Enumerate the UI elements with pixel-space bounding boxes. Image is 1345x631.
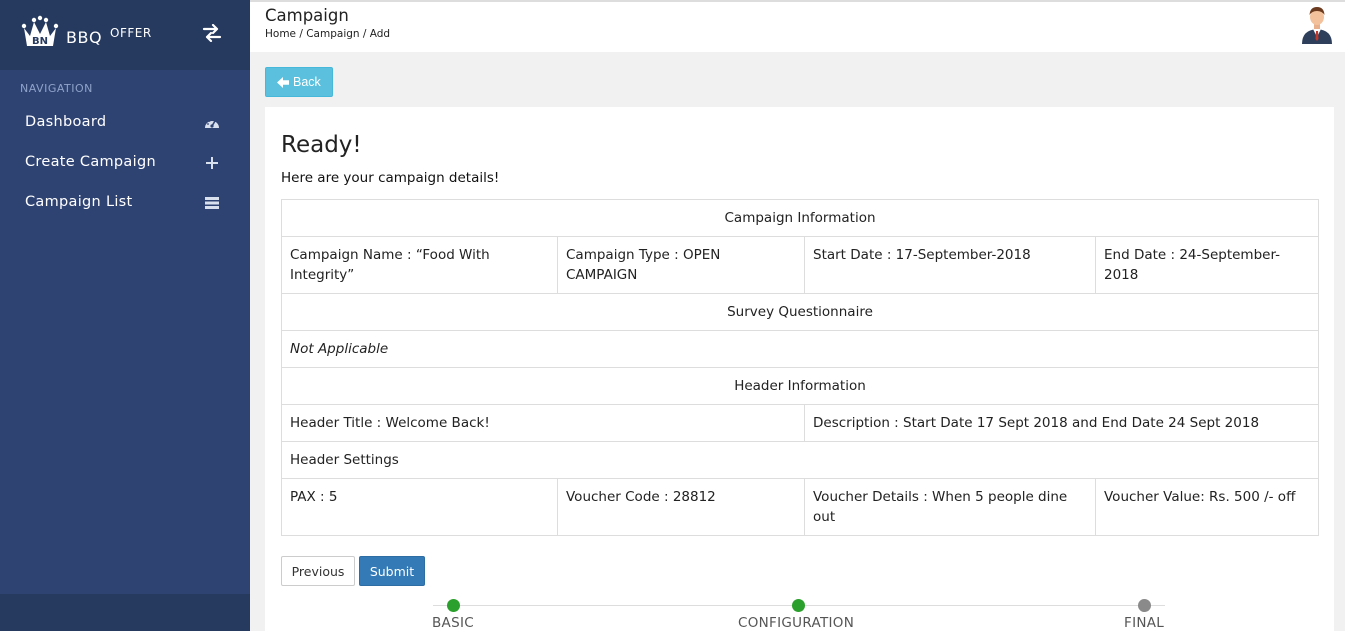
campaign-type-cell: Campaign Type : OPEN CAMPAIGN: [557, 236, 805, 294]
table-row: Campaign Name : “Food With Integrity” Ca…: [281, 236, 1320, 294]
sidebar-footer: [0, 594, 250, 631]
survey-heading: Survey Questionnaire: [280, 293, 1320, 331]
voucher-value-cell: Voucher Value: Rs. 500 /- off: [1094, 478, 1320, 536]
table-row: Not Applicable: [280, 330, 1320, 368]
table-row: Campaign Information: [280, 199, 1320, 237]
sidebar: BN BBQ OFFER NAVIGATION Dashboard Create…: [0, 0, 250, 631]
table-row: Survey Questionnaire: [280, 293, 1320, 331]
sidebar-item-label: Campaign List: [25, 194, 133, 210]
step-final-label[interactable]: FINAL: [1124, 615, 1164, 631]
back-button-label: Back: [293, 75, 321, 89]
card-heading: Ready!: [281, 132, 362, 158]
start-date-cell: Start Date : 17-September-2018: [804, 236, 1096, 294]
table-row: PAX : 5 Voucher Code : 28812 Voucher Det…: [281, 478, 1320, 536]
list-icon: [205, 197, 219, 209]
pax-cell: PAX : 5: [281, 478, 558, 536]
header-settings-heading: Header Settings: [280, 441, 1320, 479]
sidebar-item-label: Dashboard: [25, 114, 107, 130]
description-cell: Description : Start Date 17 Sept 2018 an…: [803, 404, 1320, 442]
back-button[interactable]: Back: [265, 67, 333, 97]
sidebar-item-create-campaign[interactable]: Create Campaign: [0, 145, 250, 181]
step-configuration-dot[interactable]: [792, 599, 805, 612]
brand-superscript: OFFER: [110, 26, 152, 40]
header-title-cell: Header Title : Welcome Back!: [281, 404, 805, 442]
campaign-info-heading: Campaign Information: [280, 199, 1320, 237]
user-avatar-icon[interactable]: [1300, 2, 1334, 44]
table-row: Header Settings: [280, 441, 1320, 479]
plus-icon: [206, 157, 218, 169]
sidebar-item-campaign-list[interactable]: Campaign List: [0, 185, 250, 221]
card-subheading: Here are your campaign details!: [281, 170, 500, 186]
campaign-details-table: Campaign Information Campaign Name : “Fo…: [280, 199, 1320, 536]
step-basic-label[interactable]: BASIC: [432, 615, 474, 631]
previous-button[interactable]: Previous: [281, 556, 355, 586]
voucher-details-cell: Voucher Details : When 5 people dine out: [804, 478, 1096, 536]
voucher-code-cell: Voucher Code : 28812: [557, 478, 805, 536]
arrow-left-icon: [277, 77, 289, 88]
sidebar-item-dashboard[interactable]: Dashboard: [0, 105, 250, 141]
header-info-heading: Header Information: [280, 367, 1320, 405]
dashboard-gauge-icon: [205, 119, 219, 128]
brand-header: BN BBQ OFFER: [0, 0, 250, 70]
submit-button[interactable]: Submit: [359, 556, 425, 586]
brand-name: BBQ: [66, 28, 103, 47]
step-basic-dot[interactable]: [447, 599, 460, 612]
page-header: Campaign Home / Campaign / Add: [250, 0, 1345, 52]
campaign-name-cell: Campaign Name : “Food With Integrity”: [281, 236, 558, 294]
crown-logo-icon: BN: [21, 15, 59, 47]
sidebar-item-label: Create Campaign: [25, 154, 156, 170]
table-row: Header Information: [280, 367, 1320, 405]
table-row: Header Title : Welcome Back! Description…: [281, 404, 1320, 442]
survey-value-cell: Not Applicable: [280, 330, 1320, 368]
campaign-summary-card: Ready! Here are your campaign details! C…: [265, 107, 1334, 631]
nav-heading: NAVIGATION: [20, 82, 93, 95]
logo-text: BN: [32, 36, 48, 47]
step-configuration-label[interactable]: CONFIGURATION: [738, 615, 854, 631]
end-date-cell: End Date : 24-September-2018: [1094, 236, 1320, 294]
breadcrumb: Home / Campaign / Add: [265, 28, 391, 40]
page-title: Campaign: [265, 6, 349, 25]
step-final-dot[interactable]: [1138, 599, 1151, 612]
swap-arrows-icon[interactable]: [202, 24, 222, 42]
